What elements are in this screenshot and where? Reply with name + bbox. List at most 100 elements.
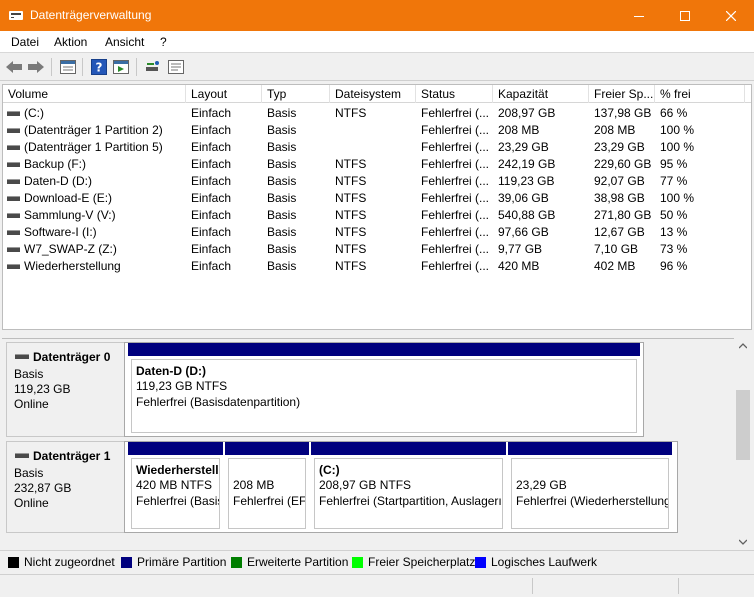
maximize-button[interactable]	[662, 0, 708, 31]
rescan-disks-button[interactable]	[143, 57, 163, 77]
cell-volume: Download-E (E:)	[24, 191, 113, 205]
cell-typ: Basis	[267, 123, 297, 137]
disk-1-partitions: Wiederherstell 420 MB NTFS Fehlerfrei (B…	[124, 441, 678, 533]
partition-body: (C:) 208,97 GB NTFS Fehlerfrei (Startpar…	[314, 458, 503, 529]
table-row[interactable]: Sammlung-V (V:) Einfach Basis NTFS Fehlerfre…	[3, 207, 751, 224]
disk-0-size: 119,23 GB	[14, 382, 71, 396]
partition-daten-d[interactable]: Daten-D (D:) 119,23 GB NTFS Fehlerfrei (…	[128, 343, 640, 436]
partition-wiederherstellung[interactable]: Wiederherstell 420 MB NTFS Fehlerfrei (B…	[128, 442, 223, 532]
cell-free: 229,60 GB	[594, 157, 652, 171]
cell-layout: Einfach	[191, 157, 232, 171]
status-bar-divider	[532, 578, 533, 594]
disk-rescan-icon	[146, 61, 159, 71]
cell-capacity: 39,06 GB	[498, 191, 549, 205]
partition-status: Fehlerfrei (Basis	[136, 494, 220, 508]
column-header-prozent-frei[interactable]: % frei	[655, 85, 745, 103]
column-header-status[interactable]: Status	[416, 85, 493, 103]
cell-fs: NTFS	[335, 106, 367, 120]
table-row[interactable]: Backup (F:) Einfach Basis NTFS Fehlerfrei (.…	[3, 156, 751, 173]
volume-icon	[7, 230, 20, 235]
partition-status: Fehlerfrei (Basisdatenpartition)	[136, 395, 301, 409]
cell-free: 208 MB	[594, 123, 636, 137]
menu-aktion[interactable]: Aktion	[54, 35, 87, 49]
primary-partition-bar	[508, 442, 672, 455]
disk-1-label[interactable]: Datenträger 1 Basis 232,87 GB Online	[6, 441, 126, 533]
primary-partition-bar	[128, 442, 223, 455]
menu-datei[interactable]: Datei	[11, 35, 39, 49]
cell-free: 402 MB	[594, 259, 636, 273]
cell-status: Fehlerfrei (...	[421, 208, 490, 222]
minimize-button[interactable]	[616, 0, 662, 31]
close-icon	[726, 10, 736, 21]
column-header-layout[interactable]: Layout	[186, 85, 262, 103]
cell-pct: 95 %	[660, 157, 688, 171]
help-button[interactable]: ?	[89, 57, 109, 77]
disk-1-size: 232,87 GB	[14, 481, 72, 495]
cell-status: Fehlerfrei (...	[421, 174, 490, 188]
table-row[interactable]: (Datenträger 1 Partition 5) Einfach Basis F…	[3, 139, 751, 156]
properties-button[interactable]	[111, 57, 131, 77]
partition-body: 208 MB Fehlerfrei (EFI	[228, 458, 306, 529]
menu-help[interactable]: ?	[160, 35, 167, 49]
disk-list-button[interactable]	[58, 57, 78, 77]
cell-status: Fehlerfrei (...	[421, 225, 490, 239]
chevron-up-icon	[739, 343, 747, 349]
close-button[interactable]	[708, 0, 754, 31]
scroll-down-button[interactable]	[738, 537, 748, 547]
partition-efi[interactable]: 208 MB Fehlerfrei (EFI	[225, 442, 309, 532]
partition-recovery[interactable]: 23,29 GB Fehlerfrei (Wiederherstellung	[508, 442, 672, 532]
cell-volume: (Datenträger 1 Partition 5)	[24, 140, 163, 154]
minimize-icon	[634, 15, 644, 17]
cell-typ: Basis	[267, 157, 297, 171]
table-row[interactable]: W7_SWAP-Z (Z:) Einfach Basis NTFS Fehlerfrei…	[3, 241, 751, 258]
scroll-up-button[interactable]	[738, 341, 748, 351]
disk-drive-icon	[15, 354, 29, 359]
cell-layout: Einfach	[191, 106, 232, 120]
partition-c[interactable]: (C:) 208,97 GB NTFS Fehlerfrei (Startpar…	[311, 442, 506, 532]
column-header-kapazitaet[interactable]: Kapazität	[493, 85, 589, 103]
cell-pct: 100 %	[660, 140, 695, 154]
table-row[interactable]: Download-E (E:) Einfach Basis NTFS Fehlerfre…	[3, 190, 751, 207]
partition-title: Wiederherstell	[136, 463, 219, 477]
toolbar-separator	[136, 58, 137, 76]
back-button[interactable]	[4, 57, 24, 77]
legend-swatch	[475, 556, 486, 568]
cell-capacity: 420 MB	[498, 259, 540, 273]
console-button[interactable]	[166, 57, 186, 77]
forward-button[interactable]	[26, 57, 46, 77]
table-row[interactable]: (Datenträger 1 Partition 2) Einfach Basis F…	[3, 122, 751, 139]
table-row[interactable]: Software-I (I:) Einfach Basis NTFS Fehlerfre…	[3, 224, 751, 241]
cell-fs: NTFS	[335, 174, 367, 188]
scrollbar-thumb[interactable]	[736, 390, 750, 460]
table-row[interactable]: (C:) Einfach Basis NTFS Fehlerfrei (... 208,9…	[3, 105, 751, 122]
partition-size: 420 MB NTFS	[136, 478, 213, 492]
disk-view: Datenträger 0 Basis 119,23 GB Online Dat…	[2, 338, 752, 550]
disk-0-label[interactable]: Datenträger 0 Basis 119,23 GB Online	[6, 342, 126, 437]
menu-ansicht[interactable]: Ansicht	[105, 35, 144, 49]
table-row[interactable]: Wiederherstellung Einfach Basis NTFS Fehlerf…	[3, 258, 751, 275]
column-header-freier-speicher[interactable]: Freier Sp...	[589, 85, 655, 103]
cell-capacity: 9,77 GB	[498, 242, 543, 256]
partition-size: 208 MB	[233, 478, 275, 492]
forward-arrow-icon	[28, 61, 44, 73]
disk-management-app-icon	[9, 11, 23, 20]
partition-body: Daten-D (D:) 119,23 GB NTFS Fehlerfrei (…	[131, 359, 637, 433]
legend-item-primary: Primäre Partition	[121, 555, 226, 569]
cell-fs: NTFS	[335, 259, 367, 273]
partition-size: 23,29 GB	[516, 478, 567, 492]
column-header-volume[interactable]: Volume	[3, 85, 186, 103]
table-row[interactable]: Daten-D (D:) Einfach Basis NTFS Fehlerfrei (…	[3, 173, 751, 190]
cell-free: 271,80 GB	[594, 208, 652, 222]
cell-capacity: 23,29 GB	[498, 140, 549, 154]
cell-fs: NTFS	[335, 191, 367, 205]
disk-view-scrollbar[interactable]	[734, 338, 752, 550]
column-header-typ[interactable]: Typ	[262, 85, 330, 103]
cell-free: 23,29 GB	[594, 140, 645, 154]
toolbar-separator	[51, 58, 52, 76]
cell-typ: Basis	[267, 191, 297, 205]
column-header-dateisystem[interactable]: Dateisystem	[330, 85, 416, 103]
legend-label: Primäre Partition	[137, 555, 227, 569]
volume-list-header: Volume Layout Typ Dateisystem Status Kap…	[3, 85, 751, 103]
cell-volume: Sammlung-V (V:)	[24, 208, 116, 222]
disk-1-name: Datenträger 1	[33, 449, 111, 463]
